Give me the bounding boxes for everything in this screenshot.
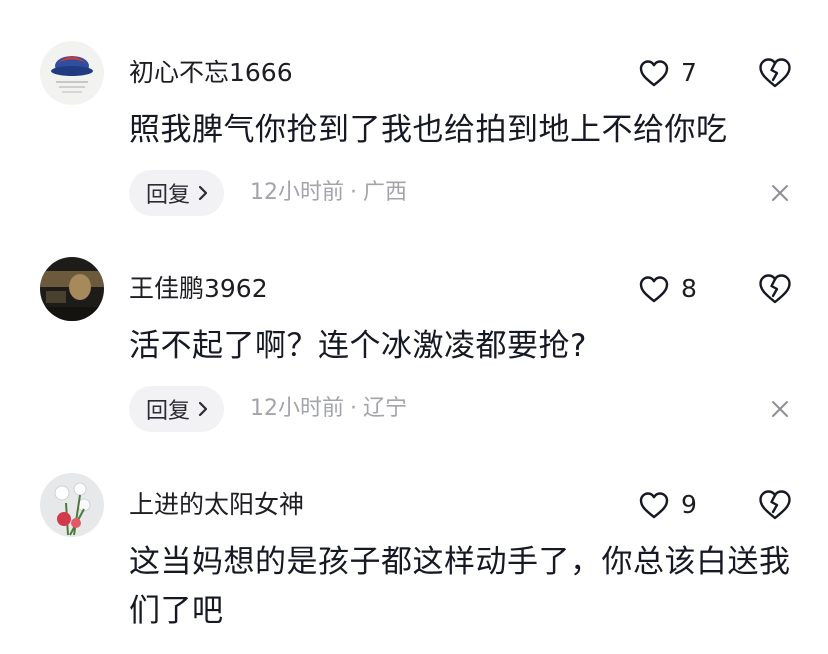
user-avatar[interactable] <box>40 473 104 537</box>
username[interactable]: 王佳鹏3962 <box>129 274 268 304</box>
dislike-button[interactable] <box>757 56 793 90</box>
dislike-button[interactable] <box>757 488 793 522</box>
comment-time: 12小时前 <box>250 180 344 205</box>
hat-avatar-icon <box>40 41 104 105</box>
chevron-right-icon <box>198 401 208 417</box>
dismiss-button[interactable] <box>769 182 791 204</box>
username[interactable]: 上进的太阳女神 <box>129 490 304 520</box>
like-count: 8 <box>681 274 697 303</box>
like-button[interactable]: 8 <box>638 272 697 306</box>
comment-meta: 12小时前 · 辽宁 <box>250 394 407 424</box>
heart-outline-icon <box>639 60 669 87</box>
reply-button[interactable]: 回复 <box>129 170 225 216</box>
comment-time: 12小时前 <box>250 396 344 421</box>
close-x-icon <box>772 185 788 201</box>
dislike-button[interactable] <box>757 272 793 306</box>
like-button[interactable]: 7 <box>638 56 697 90</box>
close-x-icon <box>772 401 788 417</box>
meta-separator: · <box>350 396 357 421</box>
comment-text: 活不起了啊？连个冰激凌都要抢? <box>129 328 587 364</box>
comment-location: 广西 <box>363 180 408 205</box>
dark-photo-avatar-icon <box>40 257 104 321</box>
user-avatar[interactable] <box>40 257 104 321</box>
broken-heart-icon <box>759 274 791 304</box>
dismiss-button[interactable] <box>769 398 791 420</box>
like-count: 9 <box>681 490 697 519</box>
reply-label: 回复 <box>146 183 191 208</box>
username[interactable]: 初心不忘1666 <box>129 58 293 88</box>
comment-text: 这当妈想的是孩子都这样动手了，你总该白送我们了吧 <box>129 544 791 629</box>
comment-meta: 12小时前 · 广西 <box>250 178 407 208</box>
like-button[interactable]: 9 <box>638 488 697 522</box>
flower-avatar-icon <box>40 473 104 537</box>
broken-heart-icon <box>759 490 791 520</box>
comment-text: 照我脾气你抢到了我也给拍到地上不给你吃 <box>129 112 728 148</box>
like-count: 7 <box>681 58 697 87</box>
heart-outline-icon <box>639 276 669 303</box>
user-avatar[interactable] <box>40 41 104 105</box>
reply-label: 回复 <box>146 399 191 424</box>
broken-heart-icon <box>759 58 791 88</box>
heart-outline-icon <box>639 492 669 519</box>
comment-location: 辽宁 <box>363 396 408 421</box>
chevron-right-icon <box>198 185 208 201</box>
reply-button[interactable]: 回复 <box>129 386 225 432</box>
meta-separator: · <box>350 180 357 205</box>
